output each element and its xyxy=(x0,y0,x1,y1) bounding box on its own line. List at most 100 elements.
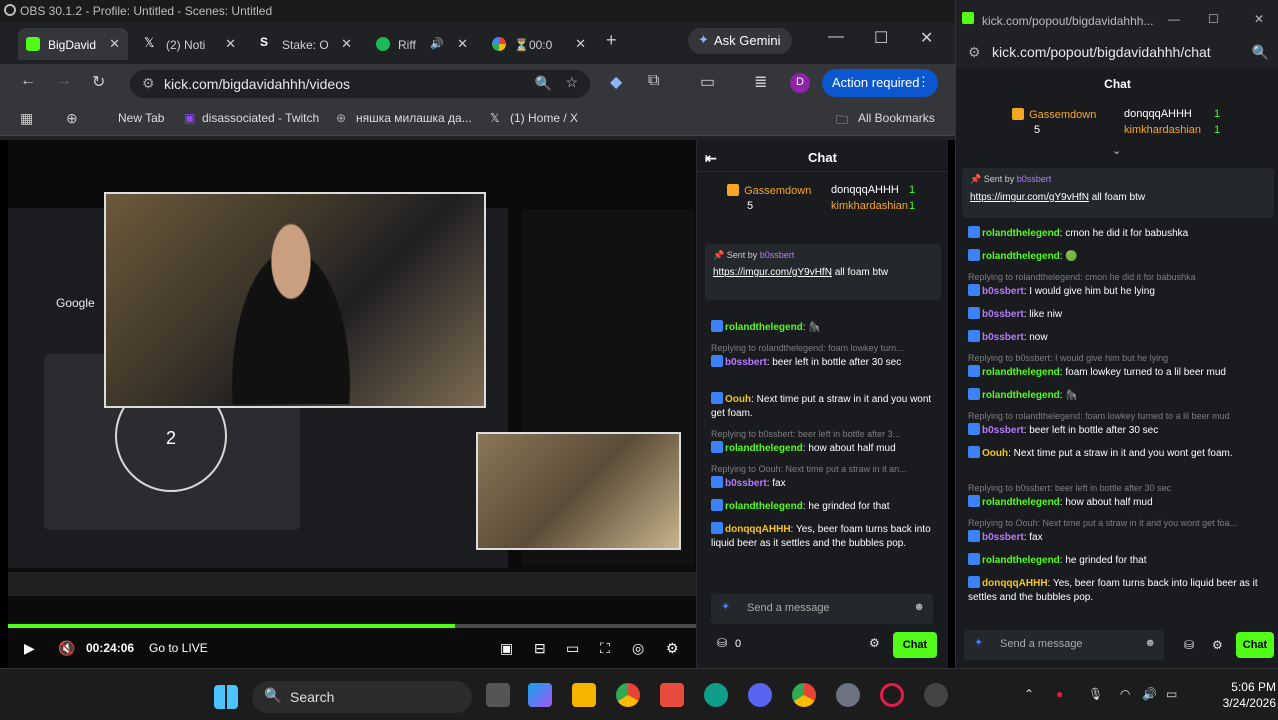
chat-settings-icon[interactable]: ⚙ xyxy=(869,636,880,650)
pinned-link[interactable]: https://imgur.com/gY9vHfN xyxy=(713,267,832,278)
go-to-live-button[interactable]: Go to LIVE xyxy=(149,641,208,655)
minimize-icon[interactable]: — xyxy=(1168,12,1180,26)
chat-username[interactable]: roland​thelegend xyxy=(725,322,803,333)
chat-username[interactable]: rolandthelegend xyxy=(725,443,803,454)
ask-gemini-button[interactable]: ✦ Ask Gemini xyxy=(688,28,792,54)
bookmark-star-icon[interactable]: ☆ xyxy=(565,74,578,91)
chat-username[interactable]: b0ssbert xyxy=(982,309,1024,320)
pinned-message[interactable]: 📌 Sent by b0ssbert https://imgur.com/gY9… xyxy=(962,168,1274,218)
chat-username[interactable]: b0ssbert xyxy=(982,532,1024,543)
theater-icon[interactable]: ▭ xyxy=(566,640,579,657)
forward-icon[interactable]: → xyxy=(56,72,72,90)
action-required-button[interactable]: Action required ⋮ xyxy=(822,69,938,97)
chat-message[interactable]: rolandthelegend: how about half mud xyxy=(711,441,937,456)
fullscreen-icon[interactable]: ⛶ xyxy=(600,640,610,657)
chat-message[interactable]: donqqqAHHH: Yes, beer foam turns back in… xyxy=(711,522,937,551)
reply-context[interactable]: Replying to b0ssbert: I would give him b… xyxy=(968,353,1268,363)
globe-icon[interactable]: ⊕ xyxy=(66,110,78,127)
store-icon[interactable] xyxy=(660,683,684,707)
collapse-chat-icon[interactable]: ⇤ xyxy=(705,150,717,167)
mute-icon[interactable]: 🔇 xyxy=(58,640,75,657)
opera-icon[interactable] xyxy=(880,683,904,707)
all-bookmarks[interactable]: All Bookmarks xyxy=(858,111,935,125)
puzzle-icon[interactable]: ⧉ xyxy=(648,72,659,90)
settings-gear-icon[interactable]: ⚙ xyxy=(666,640,679,657)
chat-message[interactable]: b0ssbert: fax xyxy=(968,530,1268,545)
popout-address[interactable]: ⚙ kick.com/popout/bigdavidahhh/chat 🔍 xyxy=(956,40,1278,68)
chat-username[interactable]: rolandthelegend xyxy=(982,390,1060,401)
chat-username[interactable]: rolandthelegend xyxy=(982,228,1060,239)
reload-icon[interactable]: ↻ xyxy=(92,72,105,92)
emoji-icon[interactable]: ☻ xyxy=(1144,637,1156,649)
close-window-icon[interactable]: ✕ xyxy=(1254,12,1264,26)
zoom-icon[interactable]: 🔍 xyxy=(535,75,552,92)
chat-message[interactable]: b0ssbert: like niw xyxy=(968,307,1268,322)
windows-start-icon[interactable] xyxy=(214,685,238,709)
clip-icon[interactable]: ⊟ xyxy=(534,640,546,657)
obs-icon[interactable] xyxy=(924,683,948,707)
play-icon[interactable]: ▶ xyxy=(24,640,35,657)
microphone-icon[interactable]: 🎙 xyxy=(1088,687,1103,701)
close-icon[interactable]: ✕ xyxy=(109,36,120,52)
chat-username[interactable]: b0ssbert xyxy=(982,425,1024,436)
site-info-icon[interactable]: ⚙ xyxy=(142,75,155,92)
chat-message[interactable]: Oouh: Next time put a straw in it and yo… xyxy=(711,392,937,421)
maximize-icon[interactable]: ☐ xyxy=(874,28,888,48)
maximize-icon[interactable]: ☐ xyxy=(1208,12,1219,26)
chat-username[interactable]: b0ssbert xyxy=(982,286,1024,297)
chat-message[interactable]: b0ssbert: I would give him but he lying xyxy=(968,284,1268,299)
chat-username[interactable]: donqqqAHHH xyxy=(725,524,791,535)
emoji-icon[interactable]: ☻ xyxy=(913,601,925,613)
chat-message[interactable]: rolandthelegend: how about half mud xyxy=(968,495,1268,510)
emote-icon[interactable]: ✦ xyxy=(721,600,730,613)
reply-context[interactable]: Replying to b0ssbert: beer left in bottl… xyxy=(968,483,1268,493)
points-icon[interactable]: ⛁ xyxy=(1184,638,1194,652)
chat-username[interactable]: rolandthelegend xyxy=(982,251,1060,262)
close-icon[interactable]: ✕ xyxy=(341,36,352,52)
miniplayer-icon[interactable]: ▣ xyxy=(500,640,513,657)
pinned-link[interactable]: https://imgur.com/gY9vHfN xyxy=(970,192,1089,203)
reply-context[interactable]: Replying to Oouh: Next time put a straw … xyxy=(711,464,937,474)
close-icon[interactable]: ✕ xyxy=(575,36,586,52)
chat-message[interactable]: roland​thelegend: 🦍 xyxy=(711,320,937,335)
expand-icon[interactable]: ⌄ xyxy=(1112,144,1121,157)
reply-context[interactable]: Replying to rolandthelegend: foam lowkey… xyxy=(968,411,1268,421)
tab-bigdavid[interactable]: BigDavid ✕ xyxy=(18,28,128,60)
chat-username[interactable]: b0ssbert xyxy=(982,332,1024,343)
back-icon[interactable]: ← xyxy=(20,72,36,90)
tab-notifications[interactable]: 𝕏 (2) Noti ✕ xyxy=(136,28,244,60)
extension-icon[interactable]: ◆ xyxy=(610,72,622,92)
chat-message[interactable]: b0ssbert: fax xyxy=(711,476,937,491)
chat-username[interactable]: Oouh xyxy=(982,448,1008,459)
popout-chat-input[interactable]: ✦ Send a message ☻ xyxy=(964,630,1164,660)
chat-username[interactable]: rolandthelegend xyxy=(982,497,1060,508)
task-view-icon[interactable] xyxy=(486,683,510,707)
reply-context[interactable]: Replying to rolandthelegend: cmon he did… xyxy=(968,272,1268,282)
apps-icon[interactable]: ▦ xyxy=(20,110,33,127)
chat-settings-icon[interactable]: ⚙ xyxy=(1212,638,1223,652)
address-bar[interactable]: ⚙ kick.com/bigdavidahhh/videos 🔍 ☆ xyxy=(130,70,590,98)
chat-message[interactable]: rolandthelegend: he grinded for that xyxy=(968,553,1268,568)
chat-message[interactable]: rolandthelegend: 🦍 xyxy=(968,388,1268,403)
reply-context[interactable]: Replying to Oouh: Next time put a straw … xyxy=(968,518,1268,528)
points-icon[interactable]: ⛁ xyxy=(717,636,727,650)
chat-send-button[interactable]: Chat xyxy=(893,632,937,658)
chat-username[interactable]: donqqqAHHH xyxy=(982,578,1048,589)
chat-message[interactable]: b0ssbert: beer left in bottle after 30 s… xyxy=(711,355,937,370)
reply-context[interactable]: Replying to rolandthelegend: foam lowkey… xyxy=(711,343,937,353)
battery-icon[interactable]: ▭ xyxy=(1166,687,1177,701)
settings-gear-icon[interactable] xyxy=(836,683,860,707)
chrome-icon[interactable] xyxy=(792,683,816,707)
wifi-icon[interactable]: ◠ xyxy=(1120,687,1130,701)
chat-message[interactable]: rolandthelegend: he grinded for that xyxy=(711,499,937,514)
chat-message[interactable]: rolandthelegend: foam lowkey turned to a… xyxy=(968,365,1268,380)
zoom-icon[interactable]: 🔍 xyxy=(1252,44,1269,61)
reading-list-icon[interactable]: ≣ xyxy=(754,72,767,92)
copilot-icon[interactable] xyxy=(528,683,552,707)
new-tab-icon[interactable]: + xyxy=(606,30,617,51)
close-icon[interactable]: ✕ xyxy=(457,36,468,52)
chevron-up-icon[interactable]: ⌃ xyxy=(1024,687,1034,701)
bookmark-twitch[interactable]: disassociated - Twitch xyxy=(202,111,319,125)
pinned-message[interactable]: 📌 Sent by b0ssbert https://imgur.com/gY9… xyxy=(705,244,941,300)
recording-icon[interactable]: ● xyxy=(1056,687,1063,701)
